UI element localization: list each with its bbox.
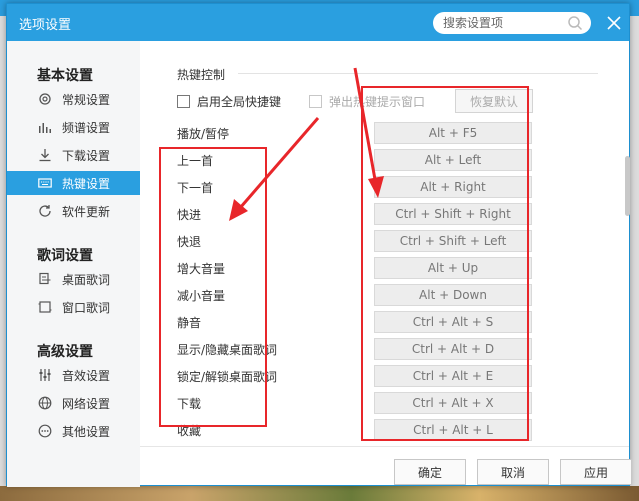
close-icon[interactable] — [605, 14, 623, 32]
gear-icon — [39, 93, 51, 105]
section-divider — [238, 73, 598, 74]
search-icon[interactable] — [567, 15, 583, 31]
sidebar-item-label: 网络设置 — [62, 396, 111, 411]
sidebar-item-label: 音效设置 — [62, 368, 111, 383]
checkbox-label: 启用全局快捷键 — [197, 95, 282, 109]
sidebar-item-label: 下载设置 — [62, 148, 111, 163]
spectrum-bars-icon — [39, 123, 51, 133]
group-title-basic: 基本设置 — [37, 68, 93, 84]
sidebar-item-label: 热键设置 — [62, 176, 111, 191]
sidebar-item-other[interactable]: 其他设置 — [7, 419, 140, 443]
sidebar-item-label: 频谱设置 — [62, 120, 111, 135]
annotation-box-actions — [159, 147, 267, 427]
sidebar-item-general[interactable]: 常规设置 — [7, 87, 140, 111]
group-title-lyrics: 歌词设置 — [37, 248, 93, 264]
enable-global-hotkeys-checkbox[interactable]: 启用全局快捷键 — [177, 93, 281, 110]
options-dialog: 选项设置 基本设置 常规设置 频谱设置 下载设置 热键设 — [6, 3, 632, 487]
settings-sidebar: 基本设置 常规设置 频谱设置 下载设置 热键设置 软件更新 歌词设置 桌面歌词 — [7, 41, 140, 487]
sidebar-item-spectrum[interactable]: 频谱设置 — [7, 115, 140, 139]
footer-divider — [140, 446, 629, 447]
download-icon — [39, 149, 51, 162]
section-title: 热键控制 — [177, 68, 226, 82]
sidebar-item-desktop-lyrics[interactable]: 桌面歌词 — [7, 267, 140, 291]
sidebar-item-sound-effects[interactable]: 音效设置 — [7, 363, 140, 387]
sidebar-item-label: 其他设置 — [62, 424, 111, 439]
title-bar: 选项设置 — [7, 4, 629, 41]
sidebar-item-label: 软件更新 — [62, 204, 111, 219]
dialog-title: 选项设置 — [19, 18, 72, 33]
search-input[interactable] — [443, 14, 561, 32]
sidebar-item-download[interactable]: 下载设置 — [7, 143, 140, 167]
window-lyrics-icon — [38, 301, 52, 313]
keyboard-icon — [38, 178, 52, 188]
annotation-box-keys — [361, 86, 529, 441]
desktop-lyrics-icon — [39, 272, 51, 285]
search-box[interactable] — [433, 12, 591, 34]
cancel-button[interactable]: 取消 — [477, 459, 549, 485]
hotkey-action-label: 播放/暂停 — [177, 127, 230, 141]
ok-button[interactable]: 确定 — [394, 459, 466, 485]
checkbox-box[interactable] — [177, 95, 190, 108]
sidebar-item-hotkeys[interactable]: 热键设置 — [7, 171, 140, 195]
background-app-thumbnails — [0, 486, 639, 501]
background-app-right — [630, 16, 639, 486]
apply-button[interactable]: 应用 — [560, 459, 632, 485]
refresh-icon — [39, 205, 51, 217]
group-title-advanced: 高级设置 — [37, 344, 93, 360]
sidebar-item-label: 桌面歌词 — [62, 272, 111, 287]
sidebar-item-network[interactable]: 网络设置 — [7, 391, 140, 415]
sidebar-item-label: 窗口歌词 — [62, 300, 111, 315]
globe-icon — [38, 396, 52, 410]
sidebar-item-label: 常规设置 — [62, 92, 111, 107]
more-icon — [38, 424, 52, 438]
sidebar-item-update[interactable]: 软件更新 — [7, 199, 140, 223]
scrollbar-thumb[interactable] — [625, 156, 630, 216]
equalizer-icon — [39, 369, 51, 381]
sidebar-item-window-lyrics[interactable]: 窗口歌词 — [7, 295, 140, 319]
checkbox-box[interactable] — [309, 95, 322, 108]
